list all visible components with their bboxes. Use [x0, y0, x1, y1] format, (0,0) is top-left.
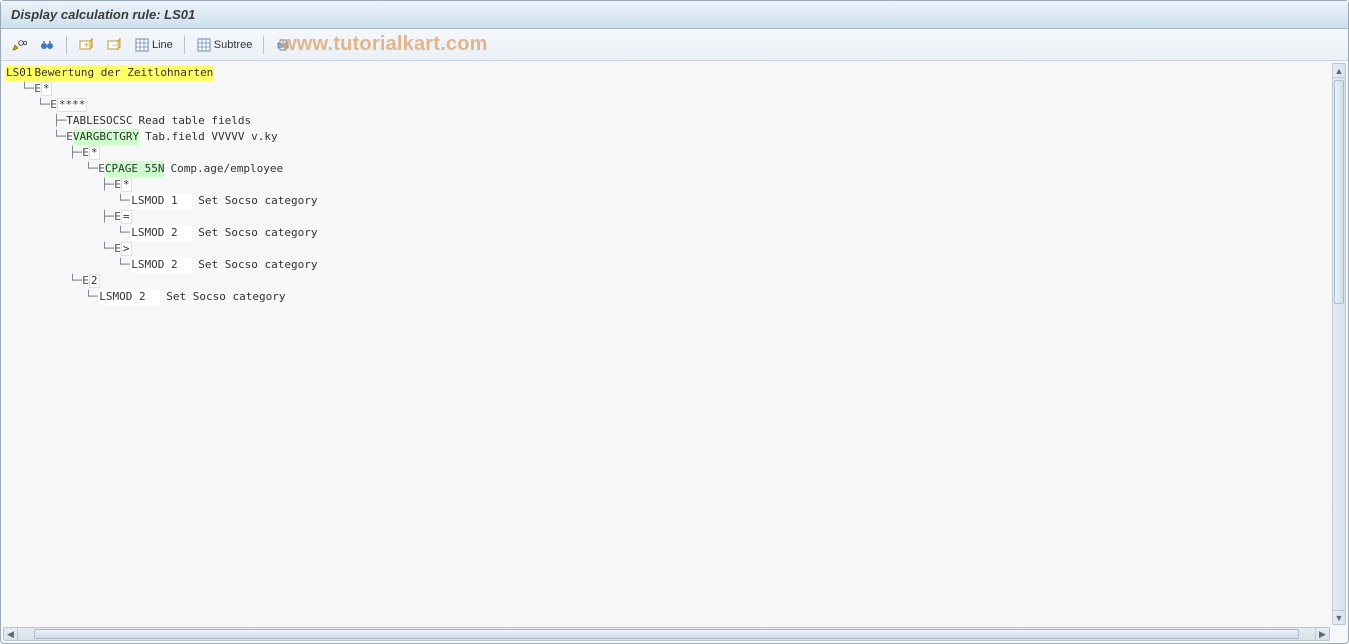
scroll-right-icon[interactable]: ▶ — [1315, 628, 1329, 640]
content-area: LS01 Bewertung der Zeitlohnarten└─E *└─E… — [1, 61, 1348, 627]
tree-connector: ├─ — [69, 145, 82, 161]
print-button[interactable] — [271, 34, 295, 56]
node-command: TABLESOCSC — [66, 113, 132, 129]
node-description: Tab.field VVVVV v.ky — [145, 129, 277, 145]
tree-node[interactable]: └─E **** — [5, 97, 1328, 113]
tree-connector: └─ — [21, 81, 34, 97]
node-key: **** — [57, 98, 88, 112]
node-description: Set Socso category — [198, 225, 317, 241]
tree-node[interactable]: └─LSMOD 2 Set Socso category — [5, 289, 1328, 305]
tree-node[interactable]: ├─E = — [5, 209, 1328, 225]
node-description: Set Socso category — [198, 257, 317, 273]
toolbar-separator — [263, 36, 264, 54]
collapse-button[interactable]: − — [102, 34, 126, 56]
node-key: = — [121, 210, 132, 224]
e-marker: E — [50, 97, 57, 113]
tree-node[interactable]: └─E CPAGE 55N Comp.age/employee — [5, 161, 1328, 177]
tree-node[interactable]: └─E * — [5, 81, 1328, 97]
tree-node[interactable]: └─LSMOD 1 Set Socso category — [5, 193, 1328, 209]
pencil-glasses-icon — [11, 37, 27, 53]
node-description: Comp.age/employee — [170, 161, 283, 177]
scroll-left-icon[interactable]: ◀ — [4, 628, 18, 640]
e-marker: E — [82, 145, 89, 161]
vertical-scrollbar[interactable]: ▲ ▼ — [1332, 63, 1346, 625]
node-key: * — [121, 178, 132, 192]
toolbar: + − Line — [1, 29, 1348, 61]
node-description: Set Socso category — [198, 193, 317, 209]
page-title: Display calculation rule: LS01 — [11, 7, 195, 22]
tree-connector: └─ — [117, 193, 130, 209]
node-description: Read table fields — [138, 113, 251, 129]
e-marker: E — [66, 129, 73, 145]
rule-description: Bewertung der Zeitlohnarten — [34, 65, 215, 81]
collapse-icon: − — [106, 37, 122, 53]
toolbar-separator — [66, 36, 67, 54]
e-marker: E — [114, 177, 121, 193]
node-description: Set Socso category — [166, 289, 285, 305]
node-command: CPAGE 55N — [105, 161, 165, 177]
subtree-button[interactable]: Subtree — [192, 34, 257, 56]
tree-connector: └─ — [117, 225, 130, 241]
scroll-thumb[interactable] — [34, 629, 1299, 639]
tree-connector: ├─ — [101, 209, 114, 225]
tree-connector: └─ — [69, 273, 82, 289]
node-command: LSMOD 2 — [130, 257, 192, 273]
tree-node[interactable]: └─E 2 — [5, 273, 1328, 289]
tree-node[interactable]: └─E VARGBCTGRY Tab.field VVVVV v.ky — [5, 129, 1328, 145]
e-marker: E — [114, 241, 121, 257]
tree-node[interactable]: └─LSMOD 2 Set Socso category — [5, 225, 1328, 241]
subtree-button-label: Subtree — [214, 39, 253, 51]
rule-code: LS01 — [5, 65, 34, 81]
print-icon — [275, 37, 291, 53]
search-button[interactable] — [35, 34, 59, 56]
e-marker: E — [98, 161, 105, 177]
binoculars-icon — [39, 37, 55, 53]
node-key: > — [121, 242, 132, 256]
app-window: Display calculation rule: LS01 — [0, 0, 1349, 644]
tree-connector: └─ — [37, 97, 50, 113]
node-key: * — [89, 146, 100, 160]
tree-node[interactable]: ├─E * — [5, 177, 1328, 193]
watermark: www.tutorialkart.com — [281, 33, 488, 56]
node-command: LSMOD 1 — [130, 193, 192, 209]
line-button[interactable]: Line — [130, 34, 177, 56]
node-command: VARGBCTGRY — [73, 129, 139, 145]
scroll-down-icon[interactable]: ▼ — [1333, 610, 1345, 624]
tree-node[interactable]: └─LSMOD 2 Set Socso category — [5, 257, 1328, 273]
tree-connector: └─ — [85, 161, 98, 177]
grid-icon — [196, 37, 212, 53]
scroll-thumb[interactable] — [1334, 80, 1344, 304]
node-key: 2 — [89, 274, 100, 288]
e-marker: E — [34, 81, 41, 97]
e-marker: E — [114, 209, 121, 225]
e-marker: E — [82, 273, 89, 289]
svg-text:+: + — [84, 40, 89, 50]
tree-connector: └─ — [53, 129, 66, 145]
tree-connector: └─ — [117, 257, 130, 273]
node-command: LSMOD 2 — [98, 289, 160, 305]
tree-connector: ├─ — [53, 113, 66, 129]
tree-root[interactable]: LS01 Bewertung der Zeitlohnarten — [5, 65, 1328, 81]
grid-icon — [134, 37, 150, 53]
svg-text:−: − — [112, 40, 117, 50]
node-command: LSMOD 2 — [130, 225, 192, 241]
tree-connector: └─ — [101, 241, 114, 257]
tree-connector: └─ — [85, 289, 98, 305]
change-display-button[interactable] — [7, 34, 31, 56]
expand-icon: + — [78, 37, 94, 53]
toolbar-separator — [184, 36, 185, 54]
horizontal-scrollbar[interactable]: ◀ ▶ — [3, 627, 1330, 641]
expand-button[interactable]: + — [74, 34, 98, 56]
title-bar: Display calculation rule: LS01 — [1, 1, 1348, 29]
tree-node[interactable]: └─E > — [5, 241, 1328, 257]
tree-node[interactable]: ├─TABLESOCSC Read table fields — [5, 113, 1328, 129]
node-key: * — [41, 82, 52, 96]
calculation-rule-tree[interactable]: LS01 Bewertung der Zeitlohnarten└─E *└─E… — [5, 65, 1328, 627]
tree-node[interactable]: ├─E * — [5, 145, 1328, 161]
tree-connector: ├─ — [101, 177, 114, 193]
line-button-label: Line — [152, 39, 173, 51]
scroll-up-icon[interactable]: ▲ — [1333, 64, 1345, 78]
